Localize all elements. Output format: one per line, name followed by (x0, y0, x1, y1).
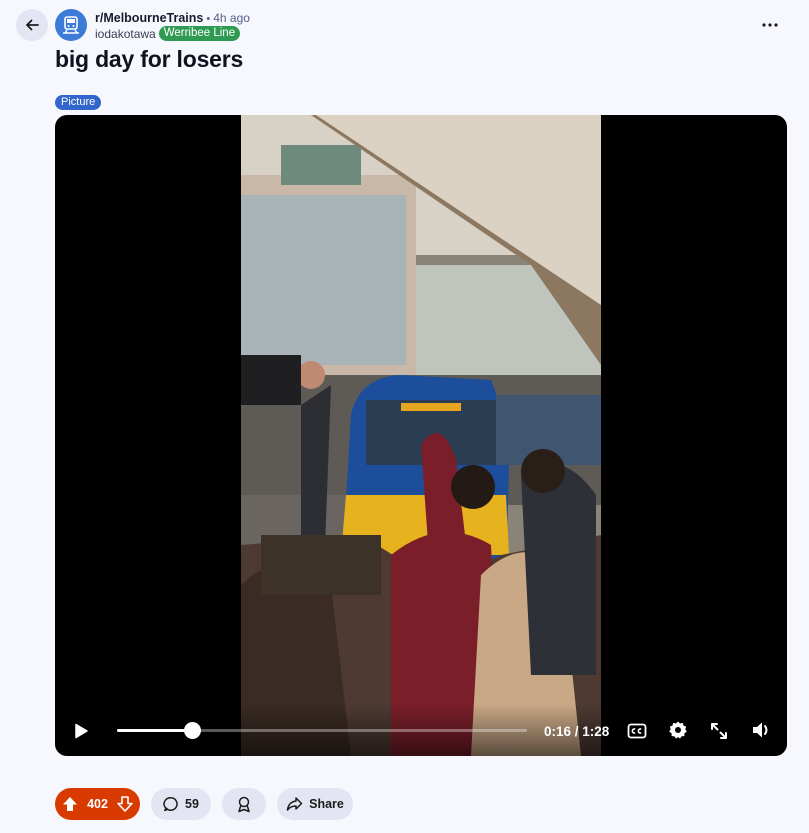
subreddit-avatar[interactable] (55, 9, 87, 41)
volume-button[interactable] (749, 718, 775, 742)
fullscreen-button[interactable] (707, 719, 731, 743)
downvote-button[interactable] (116, 795, 134, 813)
back-button[interactable] (16, 9, 48, 41)
video-still (241, 115, 601, 756)
subreddit-link[interactable]: r/MelbourneTrains (95, 11, 203, 25)
upvote-arrow-icon (63, 797, 77, 811)
user-flair: Werribee Line (158, 26, 241, 41)
share-button[interactable]: Share (277, 788, 353, 820)
comments-button[interactable]: 59 (151, 788, 211, 820)
progress-thumb[interactable] (183, 722, 201, 739)
play-icon (75, 723, 88, 739)
expand-icon (711, 723, 727, 739)
share-label: Share (309, 797, 344, 811)
award-icon (238, 796, 250, 812)
post-title: big day for losers (55, 46, 244, 72)
play-button[interactable] (69, 719, 93, 743)
video-frame (241, 115, 601, 756)
upvote-button[interactable] (61, 795, 79, 813)
downvote-arrow-icon (117, 796, 133, 812)
vote-control: 402 (55, 788, 140, 820)
post-flair[interactable]: Picture (55, 95, 102, 110)
comment-count: 59 (185, 797, 199, 811)
share-arrow-icon (286, 797, 303, 811)
comment-bubble-icon (163, 797, 178, 812)
author-line: iodakotawa Werribee Line (95, 26, 241, 41)
train-icon (63, 16, 79, 34)
time-display: 0:16 / 1:28 (544, 724, 610, 739)
captions-button[interactable] (625, 719, 649, 743)
award-button[interactable] (222, 788, 266, 820)
settings-button[interactable] (666, 718, 690, 742)
meta-separator: • (206, 13, 211, 25)
more-options-button[interactable] (757, 14, 783, 36)
progress-bar[interactable] (117, 722, 527, 739)
post-meta: r/MelbourneTrains • 4h ago (95, 11, 250, 25)
post-age: 4h ago (213, 11, 250, 25)
gear-icon (669, 721, 687, 739)
volume-icon (753, 722, 768, 738)
more-horizontal-icon (762, 23, 778, 27)
arrow-left-icon (26, 19, 39, 31)
username-link[interactable]: iodakotawa (95, 27, 156, 41)
vote-count: 402 (87, 797, 108, 811)
video-player[interactable]: 0:16 / 1:28 (55, 115, 787, 756)
closed-captions-icon (627, 723, 647, 739)
progress-fill (117, 729, 192, 732)
